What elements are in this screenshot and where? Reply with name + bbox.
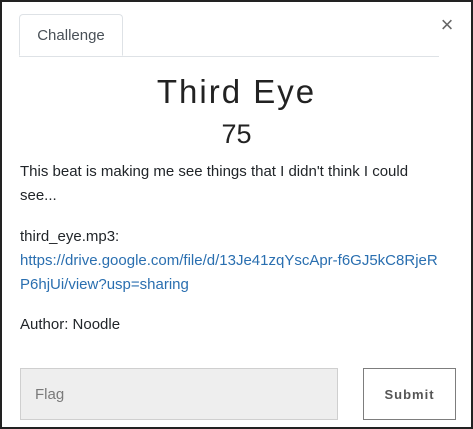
challenge-points: 75 bbox=[221, 119, 252, 149]
file-label: third_eye.mp3: bbox=[20, 228, 120, 245]
close-icon[interactable]: × bbox=[434, 12, 460, 38]
challenge-title: Third Eye bbox=[156, 73, 317, 110]
file-link[interactable]: https://drive.google.com/file/d/13Je41zq… bbox=[20, 252, 438, 293]
tab-bar: Challenge bbox=[19, 14, 439, 57]
submit-button[interactable]: Submit bbox=[363, 368, 456, 420]
challenge-modal: Challenge × Third Eye 75 This beat is ma… bbox=[0, 0, 473, 429]
challenge-description: This beat is making me see things that I… bbox=[20, 163, 409, 204]
tab-challenge[interactable]: Challenge bbox=[19, 14, 123, 56]
file-block: third_eye.mp3: https://drive.google.com/… bbox=[20, 225, 440, 297]
challenge-author: Author: Noodle bbox=[20, 316, 121, 333]
flag-input[interactable] bbox=[20, 368, 338, 420]
